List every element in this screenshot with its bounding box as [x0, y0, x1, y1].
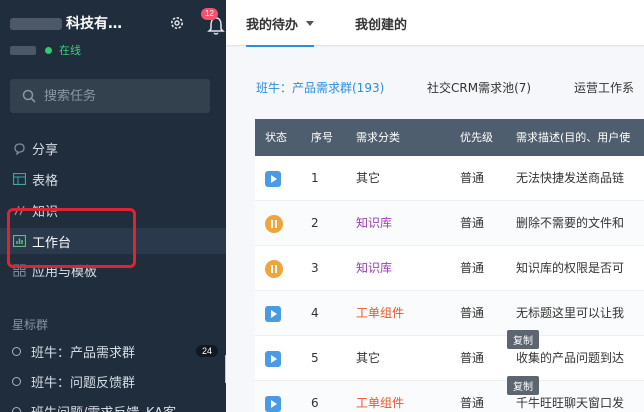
play-status-icon[interactable] — [265, 351, 281, 367]
blurred-text — [10, 18, 62, 30]
notification-badge: 12 — [201, 8, 218, 20]
priority-cell: 普通 — [460, 216, 485, 230]
sidebar: 科技有… 12 在线 分享 表格 — [0, 0, 226, 412]
circle-icon — [12, 346, 21, 356]
chevron-down-icon — [306, 20, 315, 26]
priority-cell: 普通 — [460, 351, 485, 365]
highlight-annotation — [7, 208, 136, 268]
column-header[interactable]: 序号 — [311, 119, 333, 156]
pool-tab-product-requirements[interactable]: 班牛：产品需求群(193) — [256, 79, 384, 96]
online-status[interactable]: 在线 — [10, 42, 81, 58]
category-cell: 工单组件 — [356, 396, 405, 410]
org-name[interactable]: 科技有… — [10, 13, 160, 33]
column-header[interactable]: 需求分类 — [356, 119, 400, 156]
pool-tab-operations[interactable]: 运营工作系 — [574, 79, 634, 96]
play-status-icon[interactable] — [265, 171, 281, 187]
circle-icon — [12, 376, 21, 386]
category-cell: 其它 — [356, 351, 381, 365]
column-header[interactable]: 需求描述(目的、用户使 — [516, 119, 630, 156]
table-row[interactable]: 2 知识库 普通 删除不需要的文件和 — [255, 201, 644, 246]
priority-cell: 普通 — [460, 171, 485, 185]
table-row[interactable]: 3 知识库 普通 知识库的权限是否可 — [255, 246, 644, 291]
org-header[interactable]: 科技有… 12 — [10, 8, 225, 36]
search-icon — [22, 89, 36, 103]
row-number: 2 — [311, 216, 319, 230]
top-tab-bar: 我的待办 我创建的 — [226, 0, 644, 47]
priority-cell: 普通 — [460, 396, 485, 410]
column-header[interactable]: 优先级 — [460, 119, 493, 156]
description-cell: 删除不需要的文件和 — [516, 216, 625, 230]
row-number: 6 — [311, 396, 319, 410]
row-number: 4 — [311, 306, 319, 320]
pool-tabs: 班牛：产品需求群(193) 社交CRM需求池(7) 运营工作系 — [226, 47, 644, 117]
tab-created-by-me[interactable]: 我创建的 — [355, 0, 407, 46]
category-cell: 工单组件 — [356, 306, 405, 320]
category-cell: 知识库 — [356, 261, 393, 275]
blurred-text — [10, 45, 36, 55]
table-row[interactable]: 1 其它 普通 无法快捷发送商品链 — [255, 156, 644, 201]
priority-cell: 普通 — [460, 306, 485, 320]
table-header: 状态 序号 需求分类 优先级 需求描述(目的、用户使 — [255, 119, 644, 156]
circle-icon — [12, 406, 21, 412]
gear-icon[interactable] — [169, 15, 185, 31]
play-status-icon[interactable] — [265, 306, 281, 322]
copy-tooltip[interactable]: 复制 — [507, 376, 539, 395]
row-number: 5 — [311, 351, 319, 365]
online-dot-icon — [45, 46, 52, 54]
table-icon — [12, 172, 26, 186]
pause-status-icon[interactable] — [265, 260, 283, 278]
pause-status-icon[interactable] — [265, 215, 283, 233]
description-cell: 知识库的权限是否可 — [516, 261, 625, 275]
table-row[interactable]: 4 工单组件 普通 无标题这里可以让我 — [255, 291, 644, 336]
column-header[interactable]: 状态 — [265, 119, 287, 156]
main-content: 班牛：产品需求群(193) 社交CRM需求池(7) 运营工作系 状态 序号 需求… — [226, 47, 644, 412]
description-cell: 无法快捷发送商品链 — [516, 171, 625, 185]
starred-item[interactable]: 班牛：产品需求群 24 — [12, 341, 220, 361]
sidebar-item-share[interactable]: 分享 — [0, 135, 226, 161]
category-cell: 知识库 — [356, 216, 393, 230]
sidebar-item-table[interactable]: 表格 — [0, 166, 226, 192]
category-cell: 其它 — [356, 171, 381, 185]
copy-tooltip[interactable]: 复制 — [507, 330, 539, 349]
starred-section-label: 星标群 — [12, 318, 49, 332]
tab-my-todo[interactable]: 我的待办 — [246, 0, 315, 47]
table-row[interactable]: 6 工单组件 普通 千牛旺旺聊天窗口发 — [255, 381, 644, 412]
starred-item[interactable]: 班牛问题/需求反馈_KA客 — [12, 401, 220, 412]
share-icon — [12, 141, 26, 155]
play-status-icon[interactable] — [265, 396, 281, 412]
pool-tab-social-crm[interactable]: 社交CRM需求池(7) — [427, 79, 531, 96]
table-row[interactable]: 5 其它 普通 收集的产品问题到达 — [255, 336, 644, 381]
row-number: 3 — [311, 261, 319, 275]
search-box[interactable] — [10, 79, 210, 113]
starred-item[interactable]: 班牛：问题反馈群 — [12, 371, 220, 391]
unread-count-badge: 24 — [195, 345, 218, 357]
search-input[interactable] — [44, 88, 194, 104]
priority-cell: 普通 — [460, 261, 485, 275]
row-number: 1 — [311, 171, 319, 185]
